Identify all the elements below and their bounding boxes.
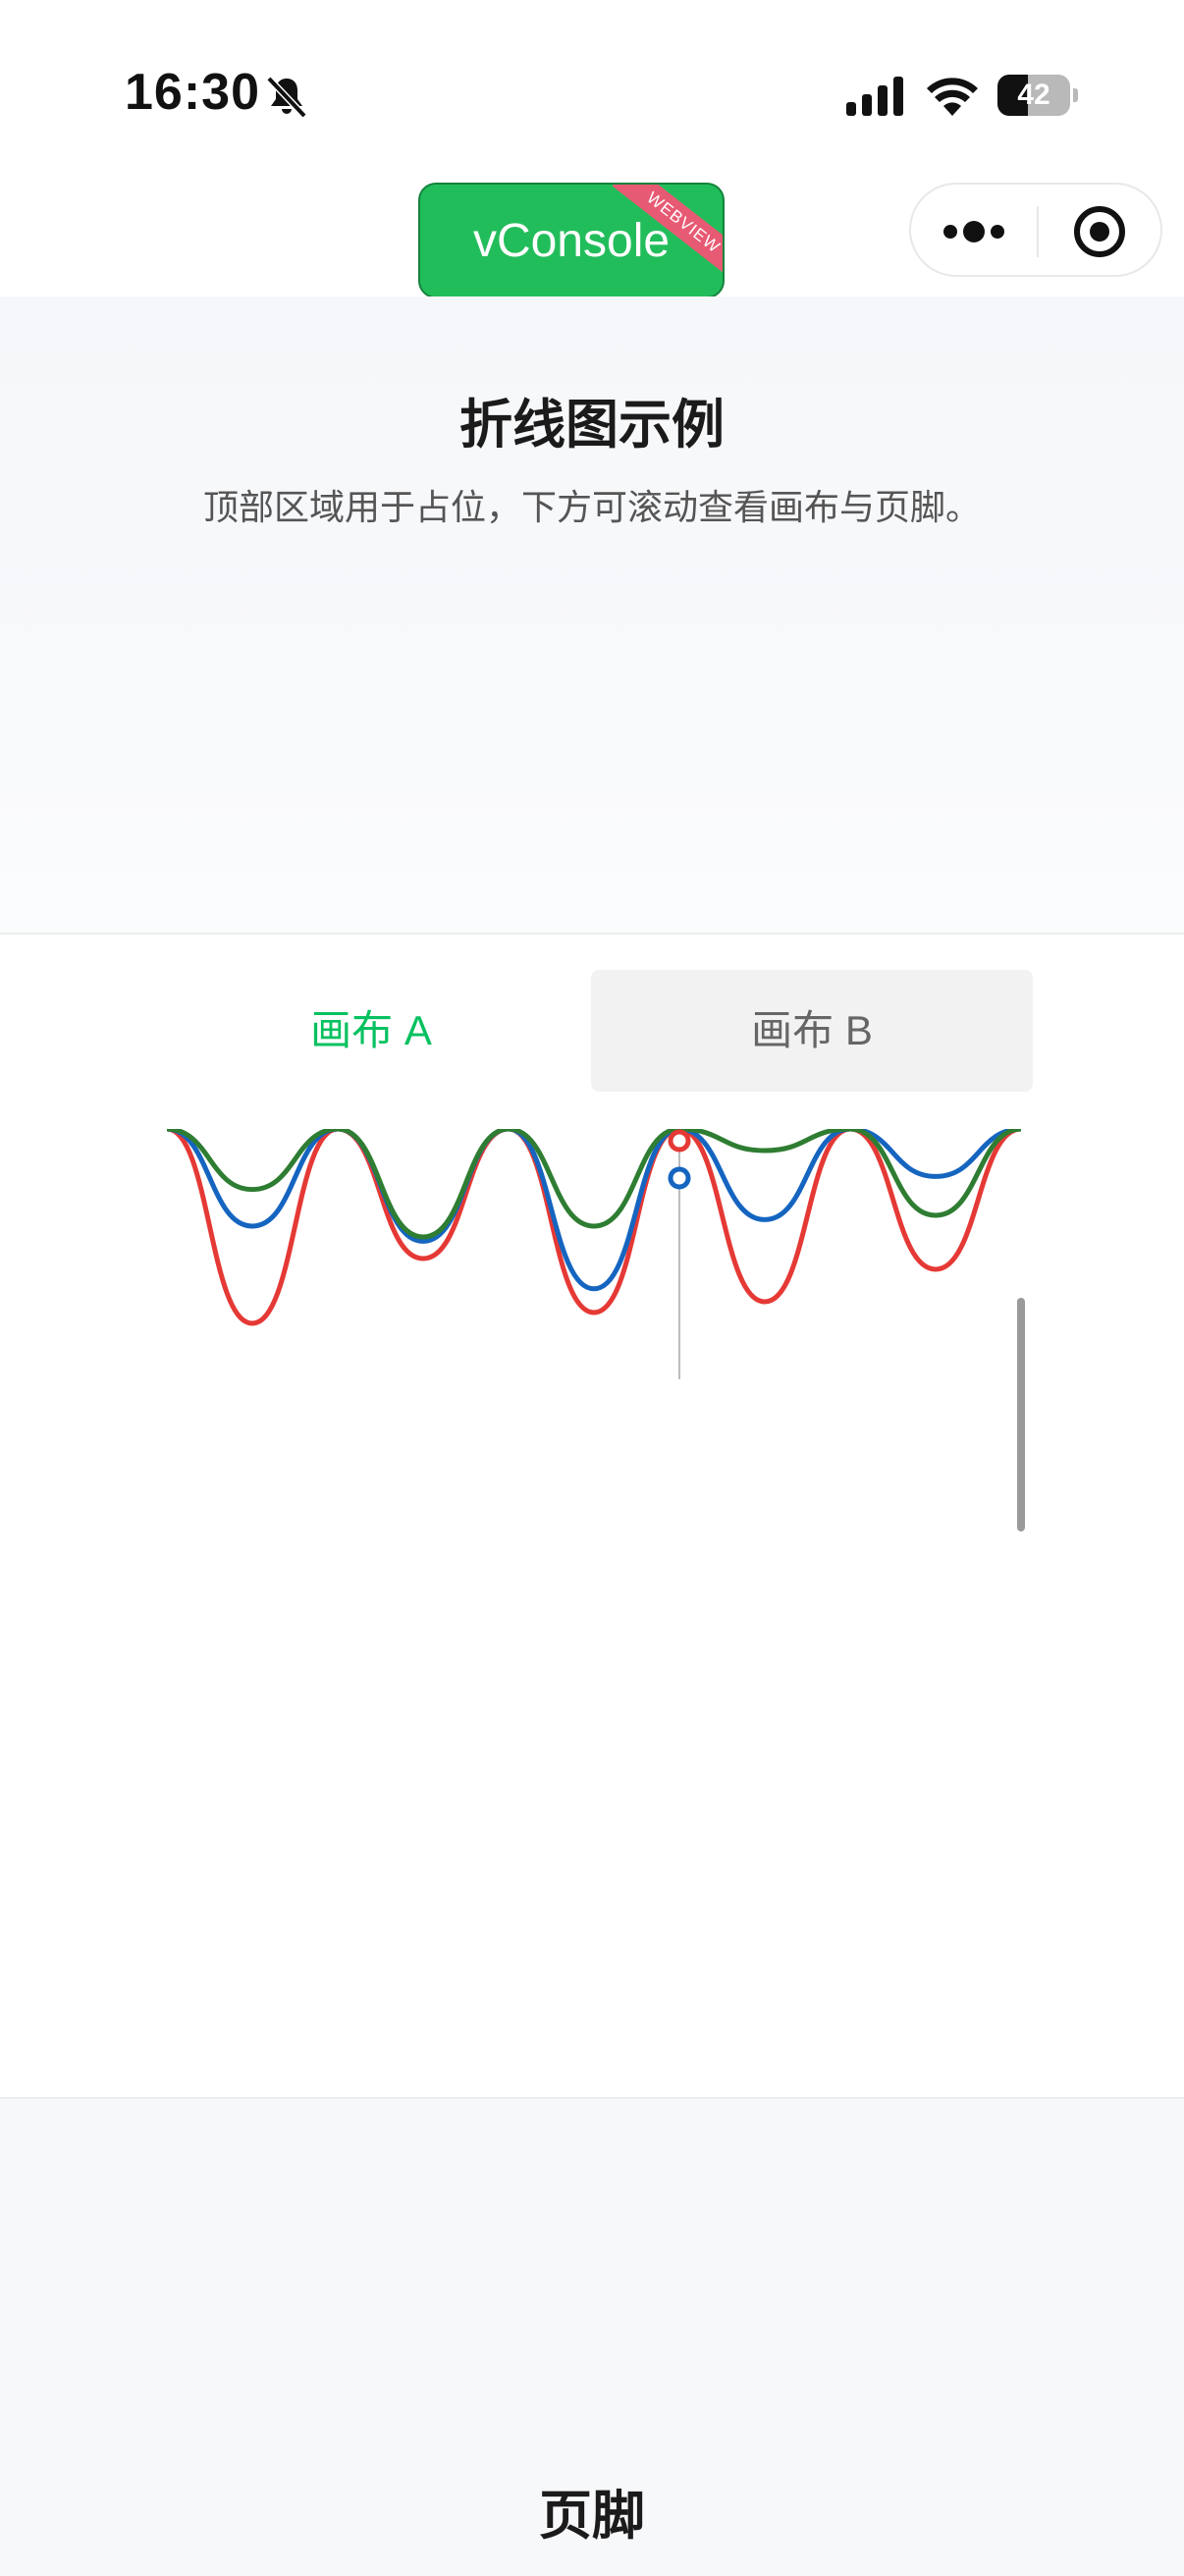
line-chart <box>166 1126 1022 1379</box>
canvas-tabs: 画布 A 画布 B <box>151 970 1033 1092</box>
page-title: 折线图示例 <box>459 396 725 455</box>
highlight-point-2 <box>668 1166 691 1190</box>
page-subtitle: 顶部区域用于占位，下方可滚动查看画布与页脚。 <box>202 487 981 527</box>
wifi-icon <box>927 78 978 116</box>
status-bar: 16:30 42 <box>0 0 1184 177</box>
scrollbar-thumb[interactable] <box>1017 1298 1025 1531</box>
capsule-menu <box>909 183 1162 277</box>
bell-muted-icon <box>266 76 307 119</box>
footer-label: 页脚 <box>539 2487 645 2546</box>
line-chart-canvas[interactable] <box>0 1126 1184 2071</box>
highlight-point-1 <box>668 1129 691 1153</box>
more-dots-icon <box>943 221 1004 242</box>
vconsole-button[interactable]: vConsole WEBVIEW <box>418 183 725 298</box>
status-time: 16:30 <box>125 64 260 121</box>
close-miniprogram-button[interactable] <box>1039 185 1160 275</box>
target-icon <box>1074 206 1125 257</box>
cellular-signal-icon <box>846 77 903 116</box>
tab-canvas-b[interactable]: 画布 B <box>591 970 1033 1092</box>
header-section: 折线图示例 顶部区域用于占位，下方可滚动查看画布与页脚。 <box>0 296 1184 935</box>
battery-icon: 42 <box>997 75 1078 116</box>
battery-percent: 42 <box>1017 79 1050 111</box>
series-line-2 <box>166 1126 1022 1292</box>
footer-section: 页脚 <box>0 2097 1184 2576</box>
tab-canvas-a[interactable]: 画布 A <box>151 970 591 1092</box>
more-button[interactable] <box>911 185 1037 275</box>
